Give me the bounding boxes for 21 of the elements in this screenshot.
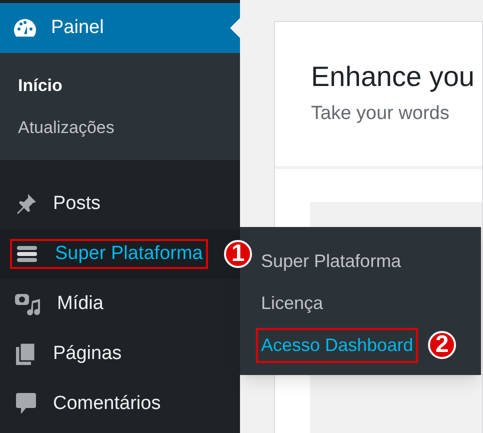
stacked-layers-icon [15, 245, 39, 263]
flyout-item[interactable]: Acesso Dashboard [256, 328, 418, 362]
menu-item[interactable]: Comentários [10, 389, 166, 419]
flyout-item[interactable]: Super Plataforma [256, 244, 406, 278]
submenu-item[interactable]: Início [0, 65, 240, 107]
flyout-item[interactable]: Licença [256, 286, 328, 320]
welcome-heading: Enhance you [311, 60, 476, 94]
dashboard-gauge-icon [13, 18, 37, 38]
current-pointer [230, 18, 240, 38]
camera-music-icon [15, 292, 41, 316]
submenu-item[interactable]: Atualizações [0, 107, 240, 149]
speech-bubble-icon [15, 392, 37, 416]
numbered-marker: 2 [428, 331, 456, 359]
pages-icon [15, 342, 37, 366]
menu-item[interactable]: Mídia [10, 289, 108, 319]
welcome-subtitle: Take your words [311, 102, 450, 126]
menu-item[interactable]: Painel [0, 3, 240, 53]
menu-item[interactable]: Páginas [10, 339, 127, 369]
pushpin-icon [15, 193, 37, 215]
menu-item[interactable]: Super Plataforma [10, 239, 208, 269]
menu-item[interactable]: Posts [10, 189, 106, 219]
